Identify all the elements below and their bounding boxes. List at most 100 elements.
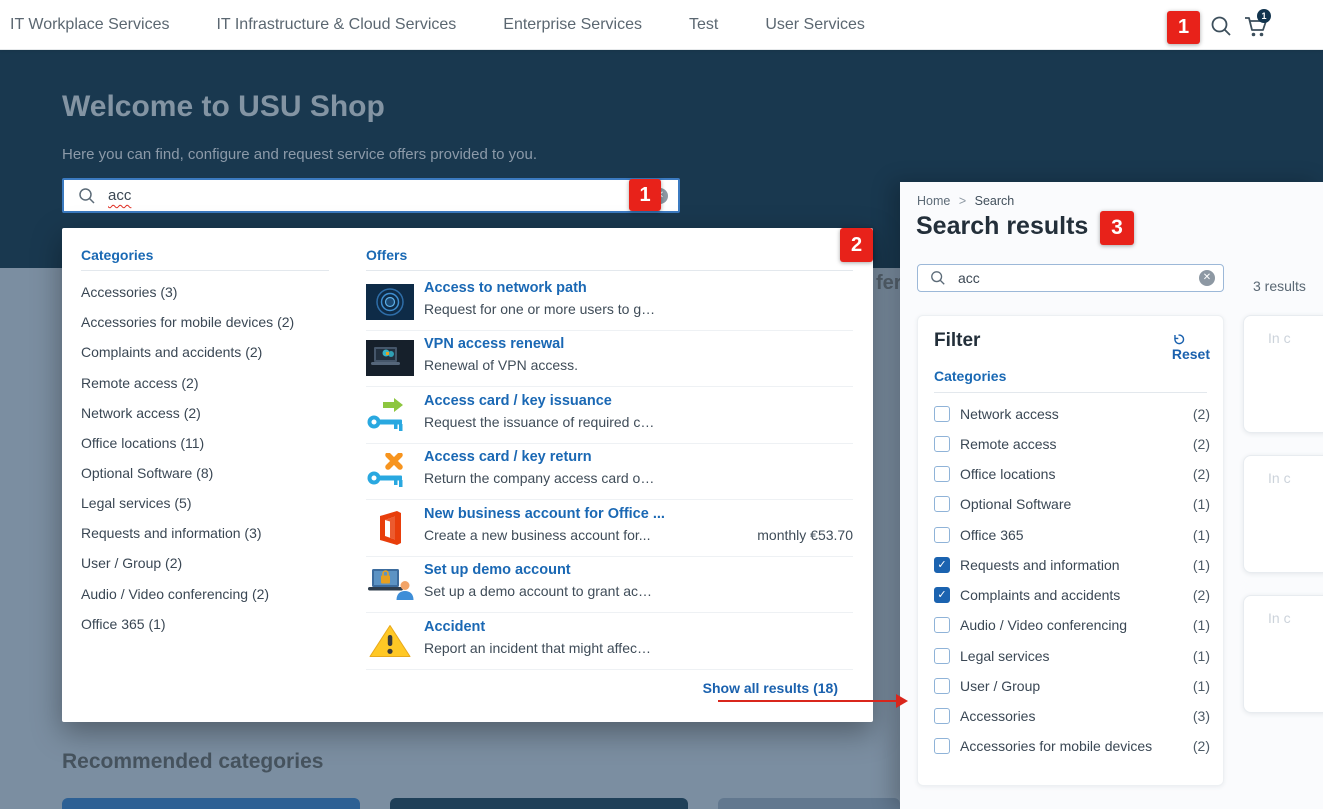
checkbox[interactable]: ✓ bbox=[934, 527, 950, 543]
search-results-panel: Home > Search Search results 3 acc ✕ 3 r… bbox=[900, 182, 1323, 809]
search-icon bbox=[78, 187, 96, 205]
breadcrumb-home[interactable]: Home bbox=[917, 194, 950, 208]
search-icon bbox=[930, 270, 946, 286]
filter-row-legal-services[interactable]: ✓ Legal services (1) bbox=[934, 646, 1210, 670]
checkbox[interactable]: ✓ bbox=[934, 406, 950, 422]
offer-description: Report an incident that might affec… bbox=[424, 640, 651, 656]
search-icon[interactable] bbox=[1209, 14, 1233, 38]
page-title: Welcome to USU Shop bbox=[62, 90, 385, 124]
breadcrumb: Home > Search bbox=[917, 194, 1014, 208]
offer-title[interactable]: Set up demo account bbox=[424, 562, 571, 578]
filter-row-optional-software[interactable]: ✓ Optional Software (1) bbox=[934, 494, 1210, 518]
vpn-icon bbox=[366, 340, 414, 376]
show-all-results-link[interactable]: Show all results (18) bbox=[703, 680, 838, 696]
filter-label: Office locations bbox=[960, 466, 1055, 482]
category-link[interactable]: Requests and information (3) bbox=[81, 525, 262, 541]
divider bbox=[366, 612, 853, 613]
filter-row-user-group[interactable]: ✓ User / Group (1) bbox=[934, 676, 1210, 700]
filter-count: (2) bbox=[1193, 436, 1210, 452]
filter-row-accessories[interactable]: ✓ Accessories (3) bbox=[934, 706, 1210, 730]
result-card[interactable]: In c bbox=[1243, 455, 1323, 573]
category-link[interactable]: Optional Software (8) bbox=[81, 465, 213, 481]
offer-title[interactable]: New business account for Office ... bbox=[424, 506, 665, 522]
offer-title[interactable]: Access card / key return bbox=[424, 449, 592, 465]
offer-title[interactable]: Access card / key issuance bbox=[424, 393, 612, 409]
filter-label: Legal services bbox=[960, 648, 1050, 664]
reset-icon bbox=[1172, 333, 1185, 346]
result-card-text: In c bbox=[1268, 470, 1291, 486]
nav-item-user-services[interactable]: User Services bbox=[765, 16, 865, 34]
offer-price: monthly €53.70 bbox=[757, 527, 853, 543]
checkbox[interactable]: ✓ bbox=[934, 557, 950, 573]
filter-row-remote-access[interactable]: ✓ Remote access (2) bbox=[934, 434, 1210, 458]
filter-count: (1) bbox=[1193, 496, 1210, 512]
cart-count-badge: 1 bbox=[1257, 9, 1271, 23]
offer-row-set-up-demo-account[interactable]: Set up demo account Set up a demo accoun… bbox=[366, 557, 853, 613]
results-search-input[interactable]: acc ✕ bbox=[917, 264, 1224, 292]
reset-filters-button[interactable]: Reset bbox=[1172, 333, 1210, 362]
nav-item-it-workplace-services[interactable]: IT Workplace Services bbox=[10, 16, 169, 34]
filter-row-office-locations[interactable]: ✓ Office locations (2) bbox=[934, 464, 1210, 488]
checkbox[interactable]: ✓ bbox=[934, 466, 950, 482]
checkbox[interactable]: ✓ bbox=[934, 617, 950, 633]
nav-item-enterprise-services[interactable]: Enterprise Services bbox=[503, 16, 642, 34]
filter-count: (2) bbox=[1193, 466, 1210, 482]
category-link[interactable]: Legal services (5) bbox=[81, 495, 192, 511]
offer-title[interactable]: VPN access renewal bbox=[424, 336, 564, 352]
offer-row-new-business-account-office[interactable]: New business account for Office ... Crea… bbox=[366, 501, 853, 557]
filter-label: Requests and information bbox=[960, 557, 1120, 573]
category-link[interactable]: Complaints and accidents (2) bbox=[81, 344, 262, 360]
filter-row-complaints-and-accidents[interactable]: ✓ Complaints and accidents (2) bbox=[934, 585, 1210, 609]
cart-icon[interactable]: 1 bbox=[1243, 14, 1269, 38]
result-card[interactable]: In c bbox=[1243, 315, 1323, 433]
checkbox[interactable]: ✓ bbox=[934, 738, 950, 754]
category-link[interactable]: Accessories for mobile devices (2) bbox=[81, 314, 294, 330]
category-link[interactable]: Audio / Video conferencing (2) bbox=[81, 586, 269, 602]
offer-description: Request for one or more users to g… bbox=[424, 301, 655, 317]
checkbox[interactable]: ✓ bbox=[934, 587, 950, 603]
network-path-icon bbox=[366, 284, 414, 320]
top-navigation-bar: IT Workplace Services IT Infrastructure … bbox=[0, 0, 1323, 50]
filter-row-network-access[interactable]: ✓ Network access (2) bbox=[934, 404, 1210, 428]
nav-item-test[interactable]: Test bbox=[689, 16, 718, 34]
category-link[interactable]: Office 365 (1) bbox=[81, 616, 166, 632]
results-count: 3 results bbox=[1253, 278, 1306, 294]
offer-title[interactable]: Accident bbox=[424, 619, 485, 635]
offer-row-access-to-network-path[interactable]: Access to network path Request for one o… bbox=[366, 275, 853, 331]
filter-count: (3) bbox=[1193, 708, 1210, 724]
nav-item-it-infrastructure-cloud-services[interactable]: IT Infrastructure & Cloud Services bbox=[216, 16, 456, 34]
filter-count: (2) bbox=[1193, 406, 1210, 422]
breadcrumb-current: Search bbox=[975, 194, 1015, 208]
offer-row-access-card-key-issuance[interactable]: Access card / key issuance Request the i… bbox=[366, 388, 853, 444]
category-link[interactable]: Office locations (11) bbox=[81, 435, 204, 451]
checkbox[interactable]: ✓ bbox=[934, 678, 950, 694]
hero-search-input[interactable]: acc ✕ bbox=[62, 178, 680, 213]
filter-row-accessories-for-mobile-devices[interactable]: ✓ Accessories for mobile devices (2) bbox=[934, 736, 1210, 760]
filter-label: Remote access bbox=[960, 436, 1056, 452]
clear-search-icon[interactable]: ✕ bbox=[1199, 270, 1215, 286]
filter-count: (2) bbox=[1193, 587, 1210, 603]
offer-row-access-card-key-return[interactable]: Access card / key return Return the comp… bbox=[366, 444, 853, 500]
checkbox[interactable]: ✓ bbox=[934, 496, 950, 512]
result-card-text: In c bbox=[1268, 330, 1291, 346]
checkbox[interactable]: ✓ bbox=[934, 648, 950, 664]
filter-row-office-365[interactable]: ✓ Office 365 (1) bbox=[934, 525, 1210, 549]
recommended-card bbox=[62, 798, 360, 809]
filter-row-audio-video-conferencing[interactable]: ✓ Audio / Video conferencing (1) bbox=[934, 615, 1210, 639]
offer-row-accident[interactable]: Accident Report an incident that might a… bbox=[366, 614, 853, 670]
recommended-categories-heading: Recommended categories bbox=[62, 750, 323, 774]
recommended-card bbox=[718, 798, 900, 809]
filter-row-requests-and-information[interactable]: ✓ Requests and information (1) bbox=[934, 555, 1210, 579]
category-link[interactable]: Network access (2) bbox=[81, 405, 201, 421]
category-link[interactable]: User / Group (2) bbox=[81, 555, 182, 571]
result-card[interactable]: In c bbox=[1243, 595, 1323, 713]
checkbox[interactable]: ✓ bbox=[934, 436, 950, 452]
checkbox[interactable]: ✓ bbox=[934, 708, 950, 724]
category-link[interactable]: Accessories (3) bbox=[81, 284, 177, 300]
category-link[interactable]: Remote access (2) bbox=[81, 375, 198, 391]
offer-row-vpn-access-renewal[interactable]: VPN access renewal Renewal of VPN access… bbox=[366, 331, 853, 387]
filter-count: (1) bbox=[1193, 678, 1210, 694]
office-icon bbox=[366, 510, 414, 546]
search-results-title: Search results bbox=[916, 212, 1088, 241]
offer-title[interactable]: Access to network path bbox=[424, 280, 587, 296]
